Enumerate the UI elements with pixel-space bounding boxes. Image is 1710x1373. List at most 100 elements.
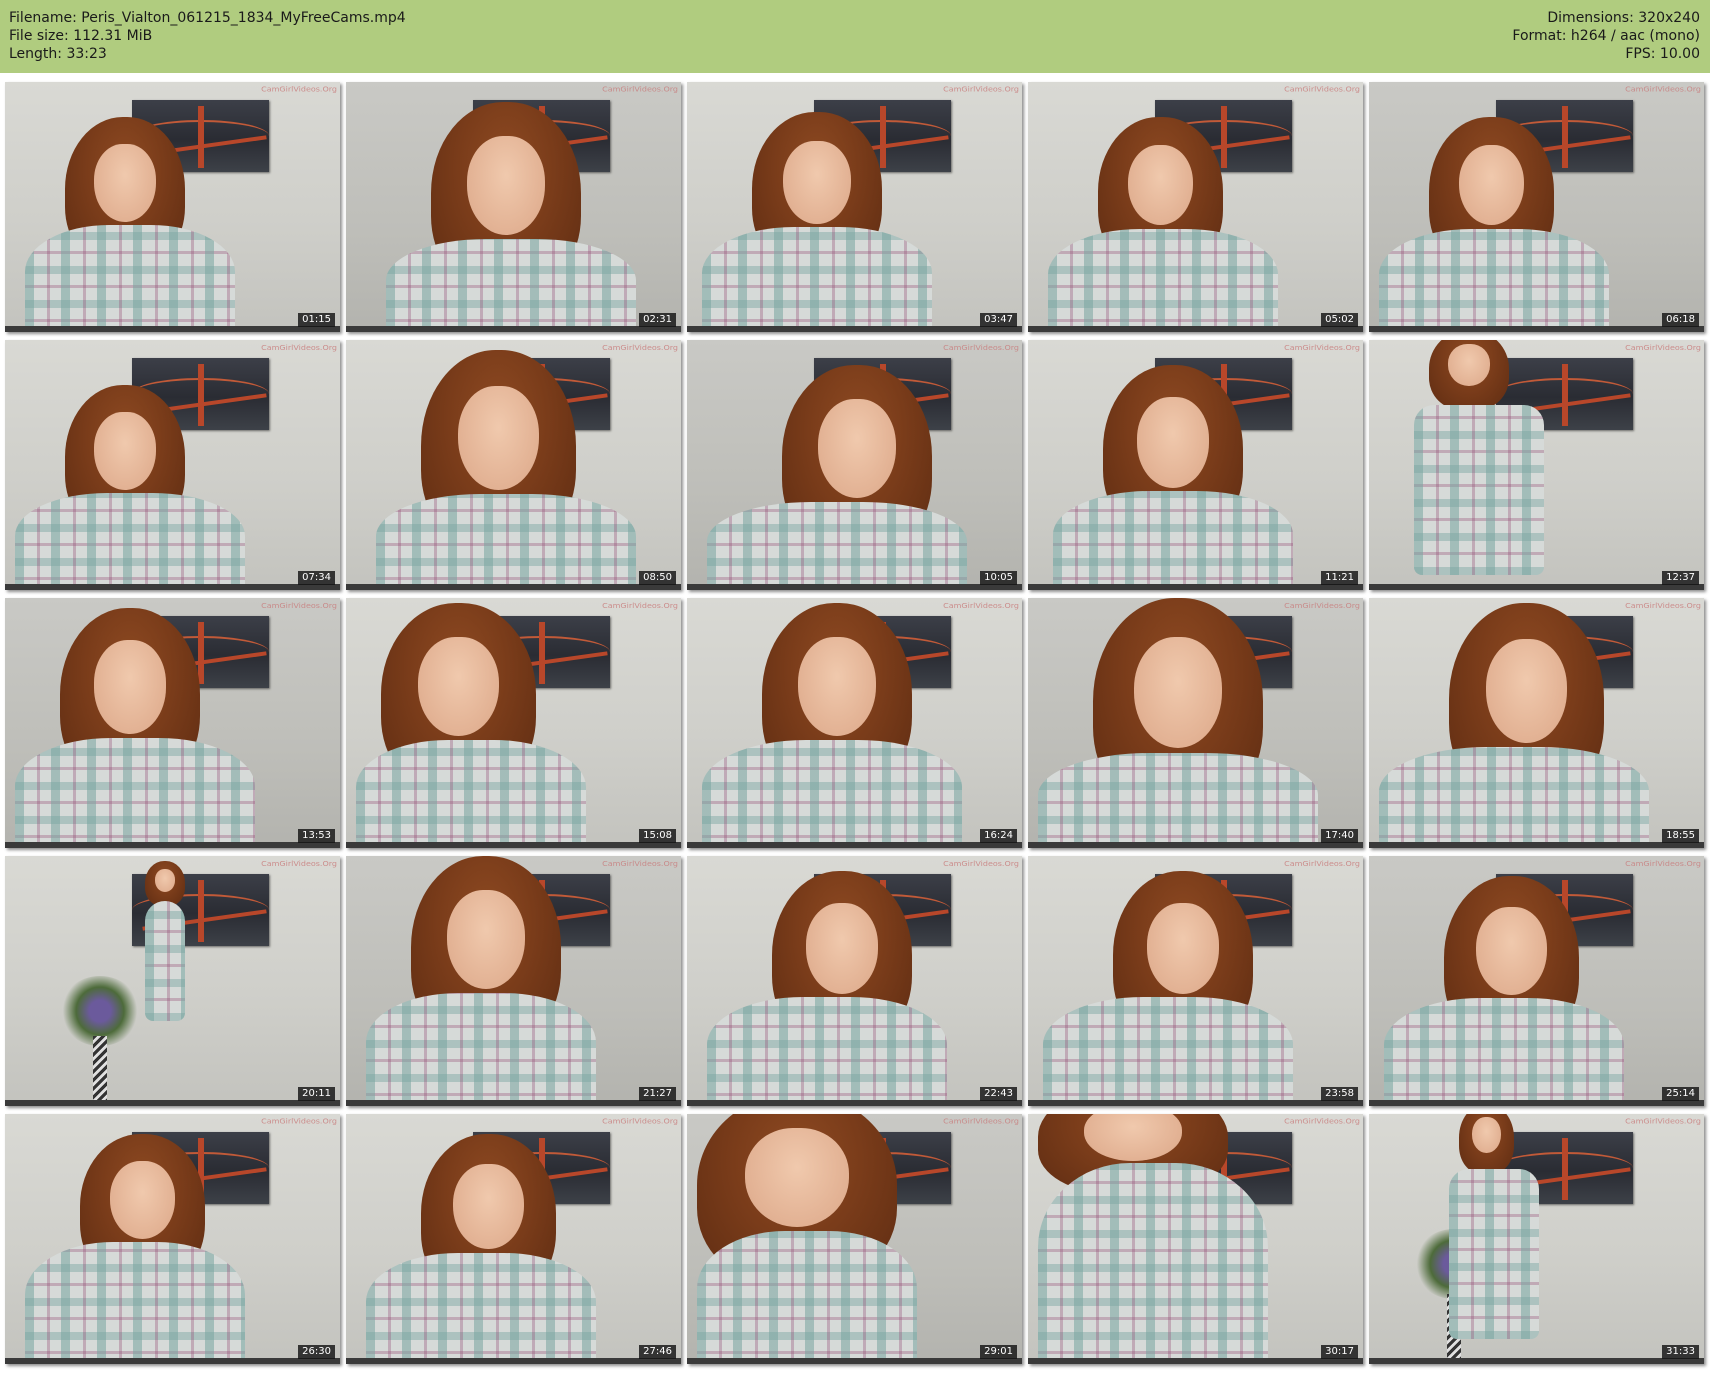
face [1472,1116,1501,1153]
timestamp-label: 08:50 [639,571,676,585]
plaid-shirt [702,227,932,332]
floor-edge [5,584,340,590]
plaid-shirt [1048,228,1278,332]
floor-edge [346,1100,681,1106]
face [745,1128,849,1227]
video-thumbnail: CamGirlVideos.Org 25:14 [1369,856,1704,1106]
frame-image: CamGirlVideos.Org [1028,856,1363,1106]
video-thumbnail: CamGirlVideos.Org 18:55 [1369,598,1704,848]
video-thumbnail: CamGirlVideos.Org 16:24 [687,598,1022,848]
frame-image: CamGirlVideos.Org [1369,1114,1704,1364]
video-thumbnail: CamGirlVideos.Org 05:02 [1028,82,1363,332]
plaid-shirt [356,739,586,848]
format-text: Format: h264 / aac (mono) [1512,28,1700,44]
timestamp-label: 11:21 [1321,571,1358,585]
watermark-logo: CamGirlVideos.Org [602,859,678,868]
frame-image: CamGirlVideos.Org [346,1114,681,1364]
plaid-shirt [386,238,636,332]
face [1136,396,1210,488]
frame-image: CamGirlVideos.Org [1028,1114,1363,1364]
watermark-logo: CamGirlVideos.Org [602,1117,678,1126]
watermark-logo: CamGirlVideos.Org [602,343,678,352]
watermark-logo: CamGirlVideos.Org [1284,85,1360,94]
watermark-logo: CamGirlVideos.Org [1625,601,1701,610]
face [1448,344,1490,386]
watermark-logo: CamGirlVideos.Org [1625,859,1701,868]
info-header: Filename: Peris_Vialton_061215_1834_MyFr… [0,0,1710,73]
face [447,890,525,989]
video-thumbnail: CamGirlVideos.Org 11:21 [1028,340,1363,590]
floor-edge [346,584,681,590]
frame-image: CamGirlVideos.Org [5,856,340,1106]
face [1146,902,1220,994]
frame-image: CamGirlVideos.Org [1028,82,1363,332]
video-thumbnail: CamGirlVideos.Org 27:46 [346,1114,681,1364]
timestamp-label: 23:58 [1321,1087,1358,1101]
plaid-shirt [1414,405,1544,575]
timestamp-label: 17:40 [1321,829,1358,843]
plaid-shirt [1043,997,1293,1106]
timestamp-label: 06:18 [1662,313,1699,327]
video-thumbnail: CamGirlVideos.Org 07:34 [5,340,340,590]
face [93,640,167,734]
floor-edge [1369,1100,1704,1106]
face [783,140,851,224]
video-thumbnail: CamGirlVideos.Org 21:27 [346,856,681,1106]
timestamp-label: 30:17 [1321,1345,1358,1359]
timestamp-label: 16:24 [980,829,1017,843]
plaid-shirt [1449,1169,1539,1339]
face [1459,144,1524,226]
face [453,1163,524,1250]
floor-edge [687,326,1022,332]
frame-image: CamGirlVideos.Org [1028,598,1363,848]
video-thumbnail: CamGirlVideos.Org 06:18 [1369,82,1704,332]
plaid-shirt [1379,228,1609,332]
dimensions-text: Dimensions: 320x240 [1547,10,1700,26]
timestamp-label: 07:34 [298,571,335,585]
contact-sheet: Filename: Peris_Vialton_061215_1834_MyFr… [0,0,1710,1373]
fps-text: FPS: 10.00 [1625,46,1700,62]
timestamp-label: 01:15 [298,313,335,327]
floor-edge [1369,326,1704,332]
video-thumbnail: CamGirlVideos.Org 03:47 [687,82,1022,332]
plaid-shirt [702,739,962,848]
face [798,637,876,736]
floor-edge [1028,326,1363,332]
frame-image: CamGirlVideos.Org [346,856,681,1106]
face [1128,144,1193,226]
timestamp-label: 05:02 [1321,313,1358,327]
plaid-shirt [1053,491,1293,590]
video-thumbnail: CamGirlVideos.Org 30:17 [1028,1114,1363,1364]
filename-text: Filename: Peris_Vialton_061215_1834_MyFr… [9,10,406,26]
timestamp-label: 26:30 [298,1345,335,1359]
floor-edge [1028,1100,1363,1106]
plaid-shirt [145,901,185,1021]
face [818,399,896,498]
frame-image: CamGirlVideos.Org [5,340,340,590]
floor-edge [687,1358,1022,1364]
floor-edge [5,842,340,848]
timestamp-label: 03:47 [980,313,1017,327]
frame-image: CamGirlVideos.Org [346,598,681,848]
plaid-shirt [15,493,245,590]
frame-image: CamGirlVideos.Org [1369,856,1704,1106]
timestamp-label: 13:53 [298,829,335,843]
watermark-logo: CamGirlVideos.Org [1284,601,1360,610]
video-thumbnail: CamGirlVideos.Org 15:08 [346,598,681,848]
vase [93,1036,107,1100]
file-info: Filename: Peris_Vialton_061215_1834_MyFr… [9,9,406,63]
video-thumbnail: CamGirlVideos.Org 01:15 [5,82,340,332]
face [805,902,879,994]
face [1486,639,1567,743]
frame-image: CamGirlVideos.Org [1028,340,1363,590]
video-thumbnail: CamGirlVideos.Org 02:31 [346,82,681,332]
frame-image: CamGirlVideos.Org [687,82,1022,332]
watermark-logo: CamGirlVideos.Org [943,85,1019,94]
frame-image: CamGirlVideos.Org [346,340,681,590]
watermark-logo: CamGirlVideos.Org [261,1117,337,1126]
face [458,386,539,490]
frame-image: CamGirlVideos.Org [5,598,340,848]
timestamp-label: 29:01 [980,1345,1017,1359]
video-thumbnail: CamGirlVideos.Org 23:58 [1028,856,1363,1106]
watermark-logo: CamGirlVideos.Org [943,1117,1019,1126]
